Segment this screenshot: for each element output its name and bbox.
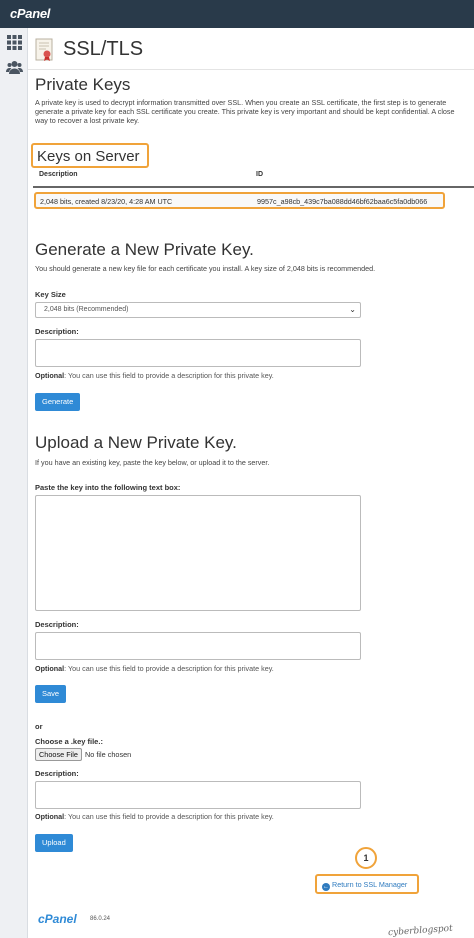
paste-key-textarea[interactable] bbox=[35, 495, 361, 611]
footer-cpanel-logo[interactable]: cPanel bbox=[38, 912, 77, 926]
upload-description-input[interactable] bbox=[35, 632, 361, 660]
chevron-down-icon: ⌄ bbox=[349, 305, 356, 314]
footer-version: 86.0.24 bbox=[90, 916, 111, 922]
private-keys-description-line-2: generate a private key for each SSL cert… bbox=[35, 107, 455, 116]
upload-intro: If you have an existing key, paste the k… bbox=[35, 458, 270, 467]
column-header-id: ID bbox=[256, 171, 263, 178]
file-description-help: Optional: You can use this field to prov… bbox=[35, 812, 274, 821]
key-description-cell: 2,048 bits, created 8/23/20, 4:28 AM UTC bbox=[40, 197, 173, 206]
table-row[interactable]: 2,048 bits, created 8/23/20, 4:28 AM UTC… bbox=[34, 192, 445, 209]
main-content: SSL/TLS Private Keys A private key is us… bbox=[28, 28, 474, 938]
generate-description-input[interactable] bbox=[35, 339, 361, 367]
column-header-description: Description bbox=[39, 171, 78, 178]
grid-icon[interactable] bbox=[6, 34, 23, 51]
sidebar bbox=[0, 28, 28, 938]
upload-description-label: Description: bbox=[35, 620, 79, 629]
page-title: SSL/TLS bbox=[63, 38, 144, 60]
private-keys-description-line-1: A private key is used to decrypt informa… bbox=[35, 98, 447, 107]
header-divider bbox=[28, 69, 474, 70]
no-file-chosen-text: No file chosen bbox=[85, 750, 132, 759]
key-size-label: Key Size bbox=[35, 290, 66, 299]
upload-heading: Upload a New Private Key. bbox=[35, 433, 237, 452]
cpanel-logo[interactable]: cPanel bbox=[10, 6, 50, 21]
upload-description-help: Optional: You can use this field to prov… bbox=[35, 664, 274, 673]
choose-key-file-label: Choose a .key file.: bbox=[35, 737, 103, 746]
return-to-ssl-manager-link[interactable]: ← Return to SSL Manager bbox=[322, 880, 407, 891]
optional-label: Optional bbox=[35, 371, 65, 380]
return-link-label: Return to SSL Manager bbox=[332, 880, 408, 889]
watermark: cyberblogspot bbox=[387, 923, 454, 938]
private-keys-heading: Private Keys bbox=[35, 75, 131, 94]
arrow-left-circle-icon: ← bbox=[322, 883, 330, 891]
optional-label: Optional bbox=[35, 812, 65, 821]
certificate-icon bbox=[35, 38, 53, 61]
return-link-highlight: ← Return to SSL Manager bbox=[315, 874, 419, 894]
users-icon[interactable] bbox=[6, 59, 23, 76]
page-header: SSL/TLS bbox=[35, 37, 465, 63]
choose-file-button[interactable]: Choose File bbox=[35, 748, 82, 761]
optional-label: Optional bbox=[35, 664, 65, 673]
step-number-badge: 1 bbox=[355, 847, 377, 869]
paste-key-label: Paste the key into the following text bo… bbox=[35, 483, 181, 492]
generate-button[interactable]: Generate bbox=[35, 393, 81, 411]
key-size-value: 2,048 bits (Recommended) bbox=[44, 306, 129, 313]
help-text: : You can use this field to provide a de… bbox=[64, 371, 274, 380]
file-description-input[interactable] bbox=[35, 781, 361, 809]
generate-heading: Generate a New Private Key. bbox=[35, 240, 254, 259]
keys-on-server-highlight: Keys on Server bbox=[31, 143, 149, 168]
generate-intro: You should generate a new key file for e… bbox=[35, 264, 376, 273]
upload-button[interactable]: Upload bbox=[35, 834, 73, 852]
key-size-select[interactable]: 2,048 bits (Recommended) ⌄ bbox=[35, 302, 361, 318]
help-text: : You can use this field to provide a de… bbox=[64, 664, 274, 673]
save-button[interactable]: Save bbox=[35, 685, 67, 703]
keys-on-server-heading: Keys on Server bbox=[37, 148, 140, 165]
private-keys-description-line-3: way to recover a lost private key. bbox=[35, 116, 140, 125]
table-header-divider bbox=[33, 186, 474, 188]
generate-description-label: Description: bbox=[35, 327, 79, 336]
generate-description-help: Optional: You can use this field to prov… bbox=[35, 371, 274, 380]
or-separator: or bbox=[35, 722, 43, 731]
key-id-cell[interactable]: 9957c_a98cb_439c7ba088dd46bf62baa6c5fa0d… bbox=[257, 197, 427, 206]
file-description-label: Description: bbox=[35, 769, 79, 778]
help-text: : You can use this field to provide a de… bbox=[64, 812, 274, 821]
top-bar: cPanel bbox=[0, 0, 474, 28]
